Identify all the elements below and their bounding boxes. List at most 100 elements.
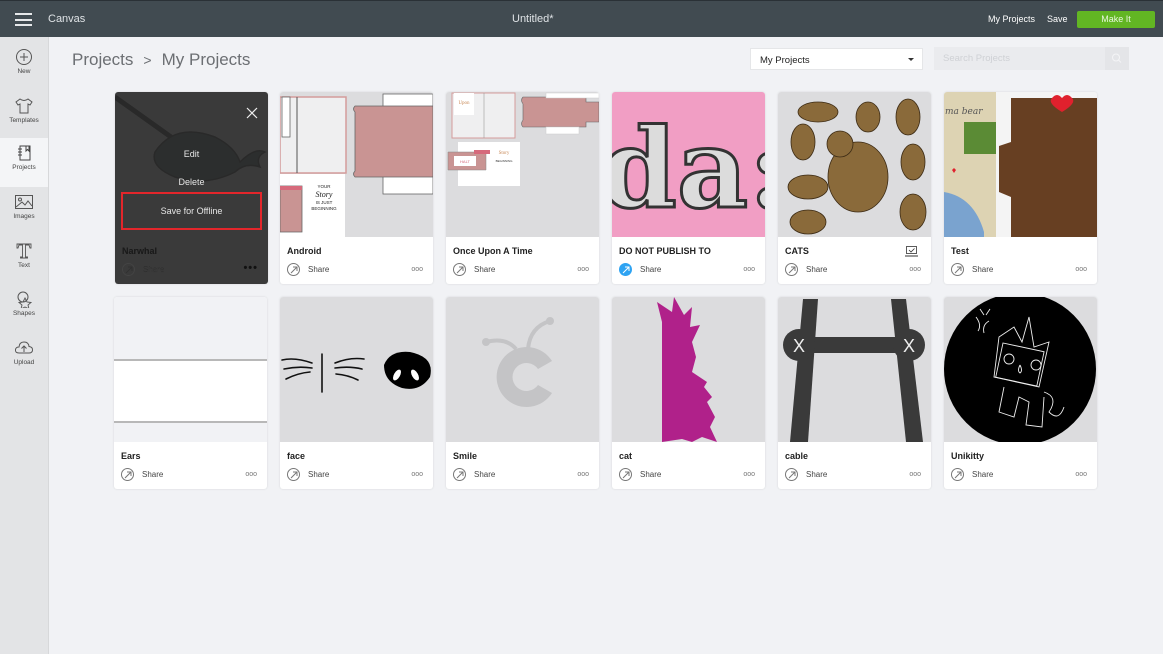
left-sidebar: New Templates Projects Images Text Shape… [0, 37, 49, 654]
more-options-icon[interactable]: ooo [245, 471, 257, 478]
document-title[interactable]: Untitled* [512, 13, 554, 25]
share-label: Share [142, 470, 164, 479]
project-thumbnail[interactable] [114, 297, 267, 442]
share-label: Share [474, 470, 496, 479]
share-button[interactable]: Share [785, 263, 827, 276]
sidebar-item-text[interactable]: Text [0, 236, 48, 285]
project-title[interactable]: face [287, 451, 305, 461]
cloud-upload-icon [14, 341, 34, 354]
svg-text:ma bear: ma bear [945, 107, 983, 117]
project-card: Ears Share ooo [114, 297, 267, 489]
project-title-dimmed: Narwhal [122, 246, 158, 256]
project-thumbnail[interactable] [446, 297, 599, 442]
sidebar-item-images[interactable]: Images [0, 187, 48, 236]
suspenders-image: X X [783, 299, 925, 442]
search-box [934, 47, 1129, 70]
project-card: Smile Share ooo [446, 297, 599, 489]
breadcrumb-projects[interactable]: Projects [72, 50, 133, 69]
sidebar-label: Templates [9, 117, 39, 124]
share-button[interactable]: Share [785, 468, 827, 481]
svg-text:da:: da: [612, 104, 765, 233]
project-title[interactable]: cable [785, 451, 808, 461]
project-title[interactable]: Android [287, 246, 322, 256]
delete-menu-item[interactable]: Delete [115, 177, 268, 187]
notebook-icon [18, 145, 31, 161]
save-link[interactable]: Save [1047, 14, 1068, 24]
sidebar-item-projects[interactable]: Projects [0, 138, 48, 187]
share-button[interactable]: Share [453, 468, 495, 481]
caret-down-icon [908, 58, 914, 61]
share-label-dimmed: Share [143, 266, 165, 275]
sidebar-label: Projects [12, 164, 36, 171]
share-label: Share [640, 265, 662, 274]
save-for-offline-menu-item[interactable]: Save for Offline [121, 192, 262, 230]
project-card: Upon HALT Story BEGINNING Once Upon A Ti… [446, 92, 599, 284]
project-thumbnail[interactable]: X X [778, 297, 931, 442]
project-thumbnail[interactable] [612, 297, 765, 442]
more-options-icon[interactable]: ooo [1075, 471, 1087, 478]
more-options-icon[interactable]: ooo [909, 471, 921, 478]
sidebar-item-shapes[interactable]: Shapes [0, 284, 48, 333]
saved-offline-icon [905, 244, 918, 262]
project-thumbnail[interactable] [944, 297, 1097, 442]
top-bar: Canvas Untitled* My Projects Save Make I… [0, 0, 1163, 37]
project-title[interactable]: Smile [453, 451, 477, 461]
edit-menu-item[interactable]: Edit [115, 149, 268, 159]
share-button[interactable]: Share [951, 468, 993, 481]
project-thumbnail[interactable] [280, 297, 433, 442]
svg-text:X: X [793, 336, 805, 356]
share-button[interactable]: Share [951, 263, 993, 276]
make-it-button[interactable]: Make It [1077, 11, 1155, 28]
search-icon [1112, 53, 1122, 63]
close-icon[interactable] [246, 106, 258, 124]
svg-text:Story: Story [499, 151, 510, 156]
project-title[interactable]: cat [619, 451, 632, 461]
share-arrow-icon [122, 263, 135, 276]
share-button[interactable]: Share [287, 263, 329, 276]
share-button[interactable]: Share [287, 468, 329, 481]
share-arrow-icon [785, 263, 798, 276]
sidebar-label: Upload [13, 359, 35, 366]
project-title[interactable]: Unikitty [951, 451, 984, 461]
project-title[interactable]: Ears [121, 451, 141, 461]
more-options-icon[interactable]: ooo [1075, 266, 1087, 273]
project-card: cat Share ooo [612, 297, 765, 489]
project-title[interactable]: DO NOT PUBLISH TO [619, 246, 711, 256]
project-thumbnail[interactable]: da: [612, 92, 765, 237]
my-projects-link[interactable]: My Projects [988, 14, 1035, 24]
sidebar-item-templates[interactable]: Templates [0, 91, 48, 140]
more-options-icon[interactable]: ooo [743, 471, 755, 478]
project-filter-select[interactable]: My Projects [750, 48, 923, 70]
search-input[interactable] [934, 47, 1104, 70]
svg-text:BEGINNING: BEGINNING [311, 206, 337, 211]
more-options-icon[interactable]: ooo [411, 266, 423, 273]
project-thumbnail[interactable]: YOUR Story IS JUST BEGINNING [280, 92, 433, 237]
hamburger-menu-icon[interactable] [15, 13, 32, 26]
more-options-icon[interactable]: ooo [577, 266, 589, 273]
svg-text:YOUR: YOUR [317, 184, 331, 189]
share-button[interactable]: Share [121, 468, 163, 481]
share-button[interactable]: Share [619, 263, 661, 276]
project-card: Unikitty Share ooo [944, 297, 1097, 489]
cricut-logo-image [482, 317, 554, 407]
sidebar-label: Shapes [12, 310, 36, 317]
more-options-icon[interactable]: ••• [243, 262, 258, 274]
project-title[interactable]: Test [951, 246, 969, 256]
project-title[interactable]: Once Upon A Time [453, 246, 533, 256]
unikitty-image [944, 297, 1096, 442]
search-button[interactable] [1105, 47, 1129, 70]
project-thumbnail[interactable] [778, 92, 931, 237]
project-thumbnail[interactable]: Upon HALT Story BEGINNING [446, 92, 599, 237]
more-options-icon[interactable]: ooo [743, 266, 755, 273]
share-button[interactable]: Share [619, 468, 661, 481]
more-options-icon[interactable]: ooo [909, 266, 921, 273]
breadcrumb-current: My Projects [161, 50, 251, 69]
project-action-overlay: Edit Delete Save for Offline Narwhal Sha… [115, 92, 268, 284]
sidebar-item-new[interactable]: New [0, 42, 48, 91]
more-options-icon[interactable]: ooo [577, 471, 589, 478]
more-options-icon[interactable]: ooo [411, 471, 423, 478]
project-title[interactable]: CATS [785, 246, 809, 256]
sidebar-item-upload[interactable]: Upload [0, 333, 48, 382]
project-thumbnail[interactable]: ma bear [944, 92, 1097, 237]
share-button[interactable]: Share [453, 263, 495, 276]
